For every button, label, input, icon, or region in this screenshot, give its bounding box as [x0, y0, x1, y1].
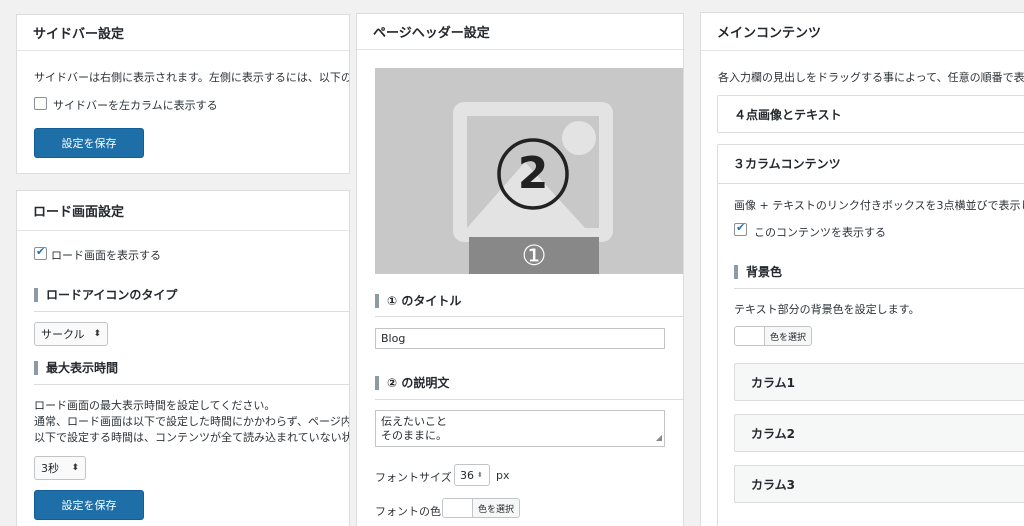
loading-settings-panel: ロード画面設定 ロード画面を表示する ロードアイコンのタイプ サークル 最大表示…: [16, 190, 350, 526]
page-header-panel: ページヘッダー設定 2 ① ① のタイトル Blog ② の説明文 伝えたいこと…: [356, 13, 684, 526]
font-size-input[interactable]: 36 ⬍: [454, 464, 490, 486]
color-picker-label: 色を選択: [770, 332, 807, 343]
stepper-icon[interactable]: ⬍: [477, 471, 483, 479]
description-heading: ② の説明文: [375, 376, 449, 390]
sidebar-settings-panel: サイドバー設定 サイドバーは右側に表示されます。左側に表示するには、以下の サイ…: [16, 14, 350, 174]
divider: [34, 311, 349, 312]
max-time-description-3: 以下で設定する時間は、コンテンツが全て読み込まれていない状: [34, 431, 350, 444]
image-marker-number: 2: [517, 148, 549, 199]
page-header-title: ページヘッダー設定: [357, 14, 683, 50]
sidebar-left-checkbox[interactable]: [34, 97, 47, 110]
background-color-picker-button[interactable]: 色を選択: [734, 326, 813, 346]
divider: [375, 316, 683, 317]
three-columns-description: 画像 + テキストのリンク付きボックスを3点横並びで表示し: [734, 199, 1024, 212]
main-content-description: 各入力欄の見出しをドラッグする事によって、任意の順番で表示: [718, 71, 1024, 84]
section-three-columns-handle[interactable]: ３カラムコンテンツ: [718, 145, 1024, 184]
max-time-description-2: 通常、ロード画面は以下で設定した時間にかかわらず、ページ内: [34, 415, 350, 428]
color-picker-label: 色を選択: [478, 504, 515, 515]
divider: [34, 384, 349, 385]
image-caption-number: ①: [521, 238, 547, 272]
background-color-description: テキスト部分の背景色を設定します。: [734, 303, 920, 316]
column-1-handle[interactable]: カラム1: [734, 363, 1024, 401]
max-time-heading: 最大表示時間: [34, 361, 118, 375]
loading-settings-title: ロード画面設定: [17, 191, 349, 231]
column-2-handle[interactable]: カラム2: [734, 414, 1024, 452]
sidebar-settings-title: サイドバー設定: [17, 15, 349, 51]
background-color-heading: 背景色: [734, 265, 782, 279]
three-columns-display-checkbox[interactable]: [734, 221, 747, 236]
sidebar-left-checkbox-label: サイドバーを左カラムに表示する: [53, 99, 218, 112]
sidebar-save-button[interactable]: 設定を保存: [34, 128, 144, 158]
max-time-description-1: ロード画面の最大表示時間を設定してください。: [34, 399, 276, 412]
divider: [375, 399, 683, 400]
max-time-select[interactable]: 3秒: [34, 456, 86, 480]
loading-display-checkbox-label: ロード画面を表示する: [51, 249, 161, 262]
color-swatch: [443, 499, 473, 517]
three-columns-display-label: このコンテンツを表示する: [754, 226, 886, 239]
font-color-label: フォントの色: [375, 505, 441, 518]
title-heading: ① のタイトル: [375, 294, 461, 308]
divider: [734, 288, 1024, 289]
font-size-value: 36: [460, 468, 474, 482]
loading-save-button[interactable]: 設定を保存: [34, 490, 144, 520]
loading-icon-type-heading: ロードアイコンのタイプ: [34, 288, 177, 302]
image-caption-bar: ①: [469, 237, 599, 274]
font-size-unit: px: [496, 469, 510, 482]
loading-icon-type-select[interactable]: サークル: [34, 322, 108, 346]
header-image-placeholder[interactable]: 2 ①: [375, 68, 683, 274]
header-title-input[interactable]: Blog: [375, 328, 665, 349]
section-four-points-handle[interactable]: ４点画像とテキスト: [717, 95, 1024, 133]
resize-grip-icon[interactable]: ◢: [656, 431, 662, 445]
font-color-picker-button[interactable]: 色を選択: [442, 498, 521, 518]
loading-display-checkbox[interactable]: [34, 245, 47, 260]
color-swatch: [735, 327, 765, 345]
column-3-handle[interactable]: カラム3: [734, 465, 1024, 503]
header-description-text: 伝えたいこと そのままに。: [381, 415, 447, 442]
font-size-label: フォントサイズ: [375, 471, 452, 484]
main-content-panel: メインコンテンツ 各入力欄の見出しをドラッグする事によって、任意の順番で表示 ４…: [700, 12, 1024, 526]
header-description-textarea[interactable]: 伝えたいこと そのままに。 ◢: [375, 410, 665, 447]
sidebar-settings-description: サイドバーは右側に表示されます。左側に表示するには、以下の: [34, 71, 350, 84]
main-content-title: メインコンテンツ: [701, 13, 1024, 51]
section-three-columns: ３カラムコンテンツ 画像 + テキストのリンク付きボックスを3点横並びで表示し …: [717, 144, 1024, 526]
